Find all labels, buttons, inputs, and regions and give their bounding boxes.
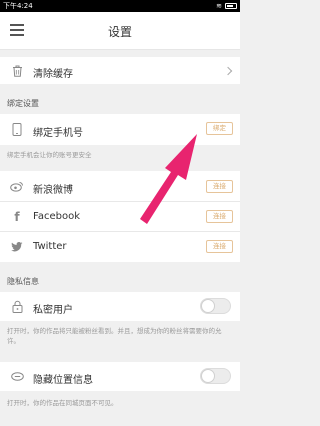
facebook-row: f Facebook 连接	[0, 202, 240, 232]
twitter-row: Twitter 连接	[0, 232, 240, 262]
facebook-label: Facebook	[33, 211, 80, 222]
twitter-label: Twitter	[33, 241, 67, 252]
privacy-section-title: 隐私信息	[7, 277, 39, 286]
page-title: 设置	[107, 25, 132, 39]
twitter-connect-button[interactable]: 连接	[206, 240, 233, 253]
weibo-label: 新浪微博	[33, 185, 73, 196]
battery-icon	[225, 3, 237, 9]
toggle-knob	[201, 299, 215, 313]
bind-phone-label: 绑定手机号	[33, 128, 83, 139]
toggle-knob	[201, 369, 215, 383]
private-user-toggle[interactable]	[200, 298, 231, 314]
weibo-row: 新浪微博 连接	[0, 171, 240, 202]
wifi-icon: ≋	[216, 2, 222, 10]
hide-location-label: 隐藏位置信息	[33, 375, 93, 386]
clear-cache-label: 清除缓存	[33, 69, 73, 80]
trash-icon	[10, 64, 24, 78]
facebook-icon: f	[14, 210, 20, 224]
nav-bar: 设置	[0, 12, 240, 50]
lock-icon	[10, 299, 24, 313]
weibo-icon	[10, 179, 24, 193]
bind-phone-button[interactable]: 绑定	[206, 122, 233, 135]
hide-location-row: 隐藏位置信息	[0, 362, 240, 391]
binding-section-title: 绑定设置	[7, 99, 39, 108]
hide-location-toggle[interactable]	[200, 368, 231, 384]
bind-phone-hint: 绑定手机会让你的账号更安全	[7, 151, 92, 159]
status-time: 下午4:24	[3, 2, 33, 10]
private-user-label: 私密用户	[33, 305, 73, 316]
location-hidden-icon	[10, 369, 24, 383]
hide-location-hint: 打开时，你的作品在同城页面不可见。	[7, 399, 118, 407]
facebook-connect-button[interactable]: 连接	[206, 210, 233, 223]
bind-phone-row: 绑定手机号 绑定	[0, 114, 240, 145]
private-user-hint: 打开时，你的作品将只能被粉丝看到。并且，想成为你的粉丝将需要你的允许。	[7, 327, 222, 345]
status-icons: ≋	[216, 0, 237, 12]
chevron-right-icon	[223, 66, 233, 76]
private-user-row: 私密用户	[0, 292, 240, 321]
clear-cache-row[interactable]: 清除缓存	[0, 57, 240, 84]
twitter-icon	[10, 240, 24, 254]
weibo-connect-button[interactable]: 连接	[206, 180, 233, 193]
status-bar: 下午4:24 ≋	[0, 0, 240, 12]
phone-icon	[10, 122, 24, 136]
